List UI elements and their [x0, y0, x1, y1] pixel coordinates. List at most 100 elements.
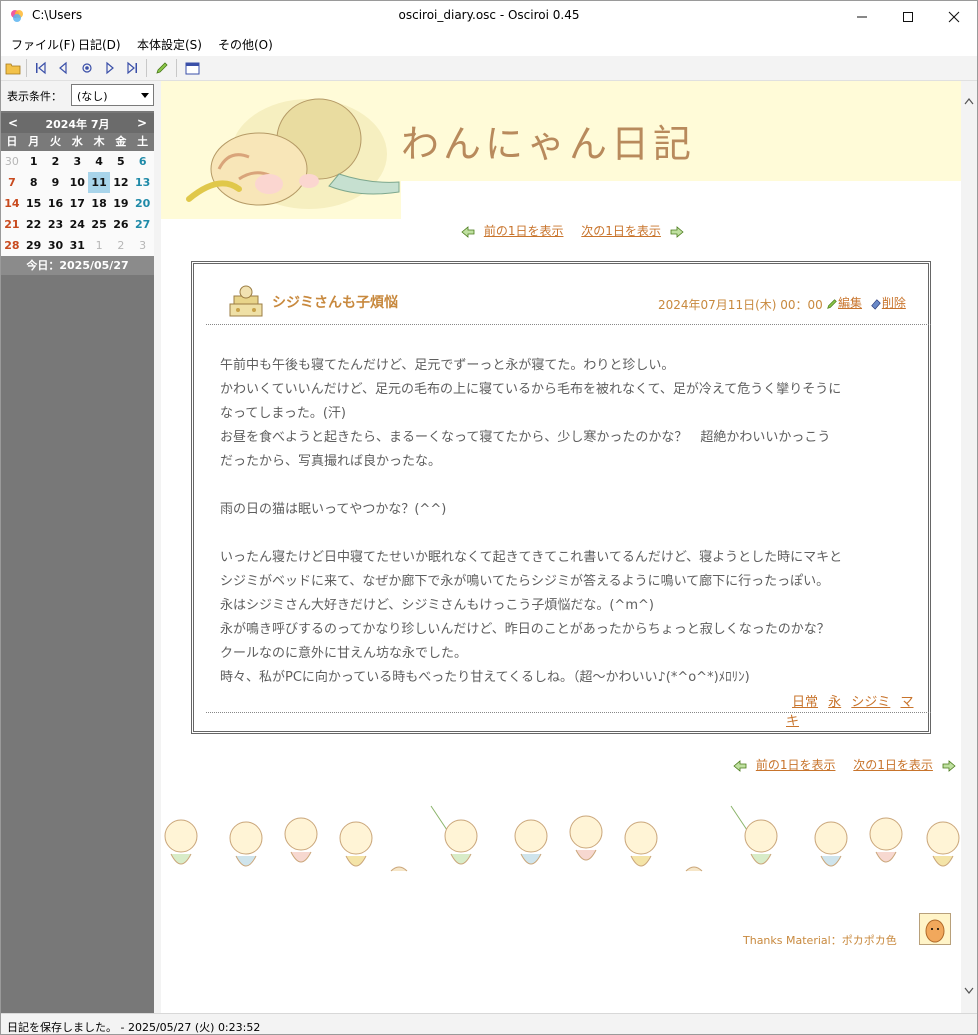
calendar-day[interactable]: 1 — [23, 151, 45, 172]
prev-day-link[interactable]: 前の1日を表示 — [756, 758, 836, 772]
calendar-day[interactable]: 4 — [88, 151, 110, 172]
edit-entry-button[interactable] — [153, 59, 171, 77]
tag-link[interactable]: シジミ — [851, 695, 890, 710]
calendar-day[interactable]: 16 — [45, 193, 67, 214]
last-entry-button[interactable] — [123, 59, 141, 77]
menu-settings[interactable]: 本体設定(S) — [137, 36, 202, 53]
weekday-header: 土 — [131, 133, 154, 151]
next-day-link[interactable]: 次の1日を表示 — [853, 758, 933, 772]
close-button[interactable] — [931, 1, 977, 32]
edit-link[interactable]: 編集 — [838, 296, 862, 310]
menu-diary[interactable]: 日記(D) — [78, 36, 121, 53]
prev-day-link[interactable]: 前の1日を表示 — [484, 224, 564, 238]
entry-text-line: お昼を食べようと起きたら、まるーくなって寝てたから、少し寒かったのかな？ 超絶か… — [220, 430, 831, 445]
first-entry-button[interactable] — [32, 59, 50, 77]
calendar-day[interactable]: 8 — [23, 172, 45, 193]
close-icon — [948, 11, 960, 22]
calendar-day[interactable]: 9 — [45, 172, 67, 193]
cats-illustration-icon — [186, 98, 400, 209]
entry-text-line: だったから、写真撮れば良かったな。 — [220, 454, 442, 469]
calendar-day[interactable]: 2 — [110, 235, 132, 256]
calendar-day[interactable]: 20 — [132, 193, 154, 214]
next-day-link[interactable]: 次の1日を表示 — [581, 224, 661, 238]
entry-text-line: 永はシジミさん大好きだけど、シジミさんもけっこう子煩悩だな。(^m^) — [220, 598, 654, 613]
calendar-day[interactable]: 29 — [23, 235, 45, 256]
menu-other[interactable]: その他(O) — [218, 36, 273, 53]
calendar-day[interactable]: 15 — [23, 193, 45, 214]
calendar-day[interactable]: 5 — [110, 151, 132, 172]
calendar-day[interactable]: 3 — [132, 235, 154, 256]
calendar-day[interactable]: 11 — [88, 172, 110, 193]
menu-file[interactable]: ファイル(F) — [11, 36, 75, 53]
calendar-day[interactable]: 31 — [66, 235, 88, 256]
weekday-header: 木 — [88, 133, 110, 151]
header-banner: わんにゃん日記 — [161, 81, 961, 219]
top-day-nav: 前の1日を表示 次の1日を表示 — [461, 222, 684, 239]
calendar-day[interactable]: 17 — [66, 193, 88, 214]
calendar-day[interactable]: 6 — [132, 151, 154, 172]
current-entry-button[interactable] — [78, 59, 96, 77]
window-view-button[interactable] — [183, 59, 201, 77]
calendar-day[interactable]: 28 — [1, 235, 23, 256]
title-bar[interactable]: C:\Users osciroi_diary.osc - Osciroi 0.4… — [1, 1, 977, 32]
calendar-next-button[interactable]: > — [137, 116, 147, 130]
pencil-icon — [827, 298, 837, 309]
vertical-scrollbar[interactable] — [961, 81, 977, 1013]
calendar-day[interactable]: 12 — [110, 172, 132, 193]
credit-logo-icon[interactable] — [919, 913, 951, 945]
open-folder-button[interactable] — [4, 59, 22, 77]
pencil-icon — [156, 62, 168, 74]
filter-value: (なし) — [77, 90, 108, 103]
entry-text-line: 雨の日の猫は眠いってやつかな？(^^) — [220, 502, 447, 517]
skip-first-icon — [36, 61, 46, 75]
entry-text-line: シジミがベッドに来て、なぜか廊下で永が鳴いてたらシジミが答えるように鳴いて廊下に… — [220, 574, 830, 589]
calendar-day[interactable]: 27 — [132, 214, 154, 235]
entry-title-icon — [229, 285, 263, 317]
maximize-icon — [903, 11, 913, 22]
filter-label: 表示条件： — [7, 90, 62, 103]
delete-link[interactable]: 削除 — [882, 296, 906, 310]
calendar-day[interactable]: 10 — [66, 172, 88, 193]
tag-link[interactable]: 日常 — [792, 695, 818, 710]
calendar-day[interactable]: 19 — [110, 193, 132, 214]
scroll-up-icon[interactable] — [964, 97, 974, 105]
entry-text-line: いったん寝たけど日中寝てたせいか眠れなくて起きてきてこれ書いてるんだけど、寝よう… — [220, 550, 843, 565]
entry-title: シジミさんも子煩悩 — [272, 295, 398, 311]
calendar-day[interactable]: 2 — [45, 151, 67, 172]
entry-text-line: 午前中も午後も寝てたんだけど、足元でずーっと永が寝てた。わりと珍しい。 — [220, 358, 675, 373]
calendar-day[interactable]: 1 — [88, 235, 110, 256]
prev-entry-button[interactable] — [54, 59, 72, 77]
calendar-day[interactable]: 24 — [66, 214, 88, 235]
calendar-day[interactable]: 18 — [88, 193, 110, 214]
calendar-day[interactable]: 26 — [110, 214, 132, 235]
thanks-credit[interactable]: Thanks Material：ポカポカ色 — [743, 932, 897, 948]
calendar-grid: 日月火水木金土 30 1 2 3 4 5 6 7 8 9 10 11 12 13 14 15 16 17 18 19 20… — [1, 133, 154, 256]
calendar-day[interactable]: 13 — [132, 172, 154, 193]
bottom-day-nav: 前の1日を表示 次の1日を表示 — [733, 756, 956, 773]
menu-bar: ファイル(F) 日記(D) 本体設定(S) その他(O) — [1, 32, 977, 56]
calendar-day[interactable]: 14 — [1, 193, 23, 214]
calendar-header: < 2024年 7月 > — [1, 113, 154, 133]
status-text: 日記を保存しました。 - 2025/05/27 (火) 0:23:52 — [7, 1021, 261, 1034]
entry-text-line: 永が鳴き呼びするのってかなり珍しいんだけど、昨日のことがあったからちょっと寂しく… — [220, 622, 830, 637]
tag-link[interactable]: 永 — [828, 695, 841, 710]
entry-divider — [206, 712, 931, 713]
calendar-day[interactable]: 25 — [88, 214, 110, 235]
calendar-day[interactable]: 30 — [1, 151, 23, 172]
prev-icon — [59, 61, 67, 75]
today-label[interactable]: 今日：2025/05/27 — [1, 256, 154, 275]
minimize-button[interactable] — [839, 1, 885, 32]
calendar-day[interactable]: 21 — [1, 214, 23, 235]
sidebar: 表示条件： (なし) < 2024年 7月 > 日月火水木金土 30 1 2 3 4 5 6 7… — [1, 81, 154, 1013]
filter-select[interactable]: (なし) — [71, 84, 154, 106]
calendar-day[interactable]: 7 — [1, 172, 23, 193]
calendar-day[interactable]: 22 — [23, 214, 45, 235]
next-entry-button[interactable] — [101, 59, 119, 77]
calendar-day[interactable]: 23 — [45, 214, 67, 235]
maximize-button[interactable] — [885, 1, 931, 32]
scroll-down-icon[interactable] — [964, 987, 974, 995]
entry-tags: 日常 永 シジミ マキ — [786, 691, 916, 729]
left-arrow-icon — [461, 225, 475, 238]
calendar-day[interactable]: 3 — [66, 151, 88, 172]
calendar-day[interactable]: 30 — [45, 235, 67, 256]
